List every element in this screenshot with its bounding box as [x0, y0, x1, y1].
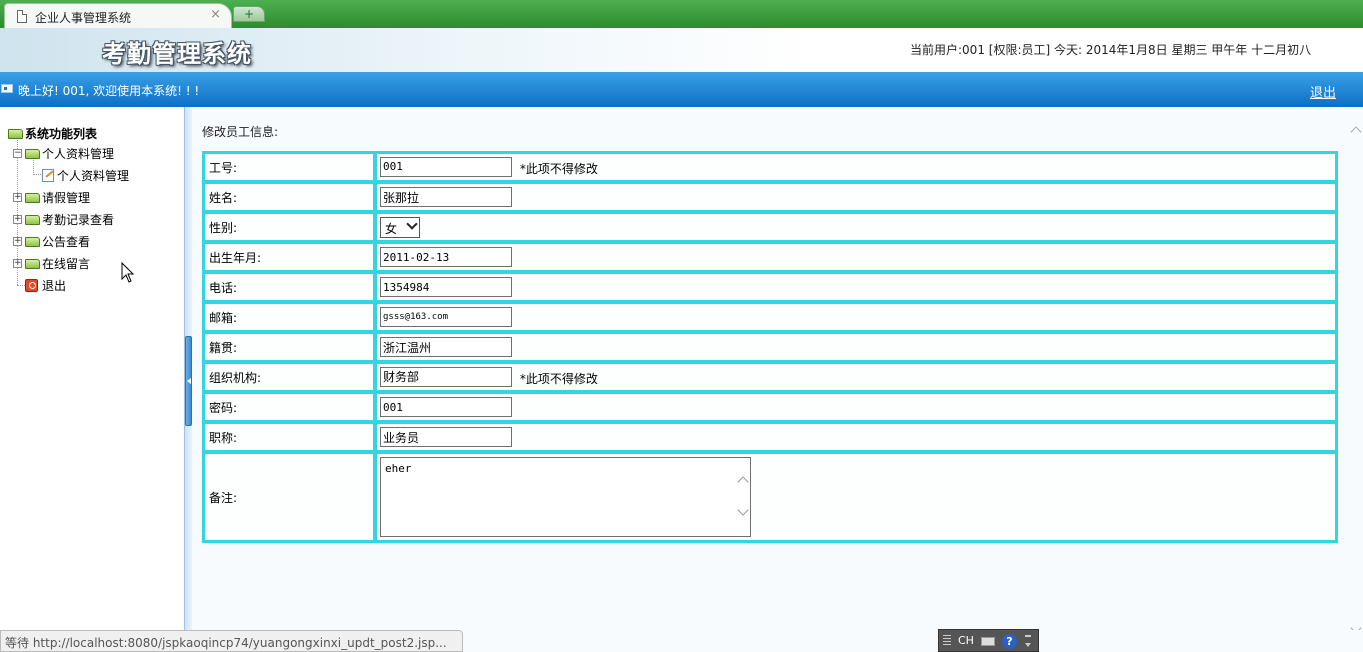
- employee-form: 工号: *此项不得修改 姓名: 性别: 女 出生年月:: [202, 151, 1338, 543]
- form-row-remark: 备注: eher: [203, 452, 1337, 542]
- sidebar-item-attendance[interactable]: 考勤记录查看: [25, 211, 114, 228]
- expand-icon[interactable]: +: [13, 215, 22, 224]
- field-label: 备注:: [203, 452, 375, 542]
- sidebar-item-profile-group[interactable]: 个人资料管理: [25, 145, 114, 162]
- ime-language[interactable]: CH: [958, 634, 974, 647]
- expand-icon[interactable]: +: [13, 259, 22, 268]
- field-label: 籍贯:: [203, 332, 375, 362]
- field-label: 性别:: [203, 212, 375, 242]
- tree-line: [33, 174, 41, 175]
- close-tab-icon[interactable]: ×: [210, 7, 221, 22]
- keyboard-icon[interactable]: [981, 637, 995, 646]
- logout-link[interactable]: 退出: [1310, 82, 1336, 101]
- form-row-id: 工号: *此项不得修改: [203, 152, 1337, 182]
- power-icon: [25, 279, 38, 292]
- field-label: 电话:: [203, 272, 375, 302]
- welcome-bar: 晚上好! 001, 欢迎使用本系统! ! ! 退出: [0, 72, 1363, 107]
- field-label: 出生年月:: [203, 242, 375, 272]
- folder-icon: [25, 193, 40, 203]
- scroll-down-icon[interactable]: [737, 504, 749, 516]
- sidebar-item-notice[interactable]: 公告查看: [25, 233, 90, 250]
- form-caption: 修改员工信息:: [202, 125, 279, 139]
- bottom-area: [463, 630, 1363, 652]
- main-content: 修改员工信息: 工号: *此项不得修改 姓名: 性别: 女 出: [192, 107, 1363, 630]
- sidebar-item-leave[interactable]: 请假管理: [25, 189, 90, 206]
- edit-page-icon: [42, 169, 54, 182]
- welcome-message: 晚上好! 001, 欢迎使用本系统! ! !: [18, 84, 200, 98]
- birth-date-input[interactable]: [380, 247, 512, 267]
- field-label: 组织机构:: [203, 362, 375, 392]
- readonly-note: *此项不得修改: [519, 162, 598, 177]
- job-title-input[interactable]: [380, 427, 512, 447]
- folder-icon: [25, 259, 40, 269]
- organization-input[interactable]: [380, 366, 512, 387]
- ime-toolbar[interactable]: CH ?: [938, 629, 1039, 652]
- grip-icon[interactable]: [943, 635, 951, 647]
- password-input[interactable]: [380, 397, 512, 417]
- tree-root[interactable]: 系统功能列表: [8, 125, 97, 142]
- tab-title: 企业人事管理系统: [35, 11, 132, 25]
- remark-textarea[interactable]: eher: [380, 457, 751, 537]
- collapse-icon[interactable]: −: [13, 149, 22, 158]
- email-input[interactable]: [380, 307, 512, 327]
- browser-tab-bar: 企业人事管理系统 × +: [0, 0, 1363, 28]
- sidebar-tree: 系统功能列表 − 个人资料管理 个人资料管理 + 请假管理 + 考勤记录查看 +…: [0, 107, 184, 630]
- site-title: 考勤管理系统: [102, 39, 252, 68]
- browser-status-bar: 等待 http://localhost:8080/jspkaoqincp74/y…: [0, 630, 463, 652]
- remark-text: eher: [385, 462, 412, 475]
- expand-icon[interactable]: +: [13, 193, 22, 202]
- sidebar-splitter: [184, 107, 192, 630]
- field-label: 姓名:: [203, 182, 375, 212]
- tree-line: [17, 285, 25, 286]
- user-date-info: 当前用户:001 [权限:员工] 今天: 2014年1月8日 星期三 甲午年 十…: [910, 43, 1312, 57]
- phone-input[interactable]: [380, 277, 512, 297]
- document-icon: [17, 10, 27, 23]
- form-row-org: 组织机构: *此项不得修改: [203, 362, 1337, 392]
- help-icon[interactable]: ?: [1002, 634, 1017, 649]
- form-row-name: 姓名:: [203, 182, 1337, 212]
- collapse-sidebar-handle[interactable]: [185, 336, 192, 426]
- form-row-title: 职称:: [203, 422, 1337, 452]
- gender-select-value: 女: [385, 221, 398, 236]
- new-tab-button[interactable]: +: [233, 6, 265, 22]
- folder-icon: [25, 237, 40, 247]
- card-icon: [1, 84, 13, 93]
- name-input[interactable]: [380, 187, 512, 207]
- form-row-password: 密码:: [203, 392, 1337, 422]
- browser-tab[interactable]: 企业人事管理系统 ×: [4, 3, 232, 28]
- field-label: 职称:: [203, 422, 375, 452]
- site-header: 考勤管理系统 当前用户:001 [权限:员工] 今天: 2014年1月8日 星期…: [0, 28, 1363, 72]
- form-row-phone: 电话:: [203, 272, 1337, 302]
- sidebar-item-exit[interactable]: 退出: [25, 277, 66, 294]
- readonly-note: *此项不得修改: [519, 372, 598, 387]
- expand-icon[interactable]: +: [13, 237, 22, 246]
- field-label: 工号:: [203, 152, 375, 182]
- scroll-up-icon[interactable]: [737, 476, 749, 488]
- sidebar-item-message[interactable]: 在线留言: [25, 255, 90, 272]
- sidebar-item-profile[interactable]: 个人资料管理: [42, 167, 129, 184]
- field-label: 密码:: [203, 392, 375, 422]
- form-row-gender: 性别: 女: [203, 212, 1337, 242]
- form-row-hometown: 籍贯:: [203, 332, 1337, 362]
- form-row-birth: 出生年月:: [203, 242, 1337, 272]
- field-label: 邮箱:: [203, 302, 375, 332]
- folder-icon: [25, 215, 40, 225]
- employee-id-input[interactable]: [380, 156, 512, 177]
- gender-select[interactable]: 女: [380, 216, 420, 238]
- chevron-down-icon: [406, 217, 418, 230]
- hometown-input[interactable]: [380, 337, 512, 357]
- folder-open-icon: [8, 129, 23, 139]
- status-text: 等待 http://localhost:8080/jspkaoqincp74/y…: [5, 636, 447, 650]
- options-icon[interactable]: [1025, 635, 1031, 647]
- folder-open-icon: [25, 149, 40, 159]
- form-row-email: 邮箱:: [203, 302, 1337, 332]
